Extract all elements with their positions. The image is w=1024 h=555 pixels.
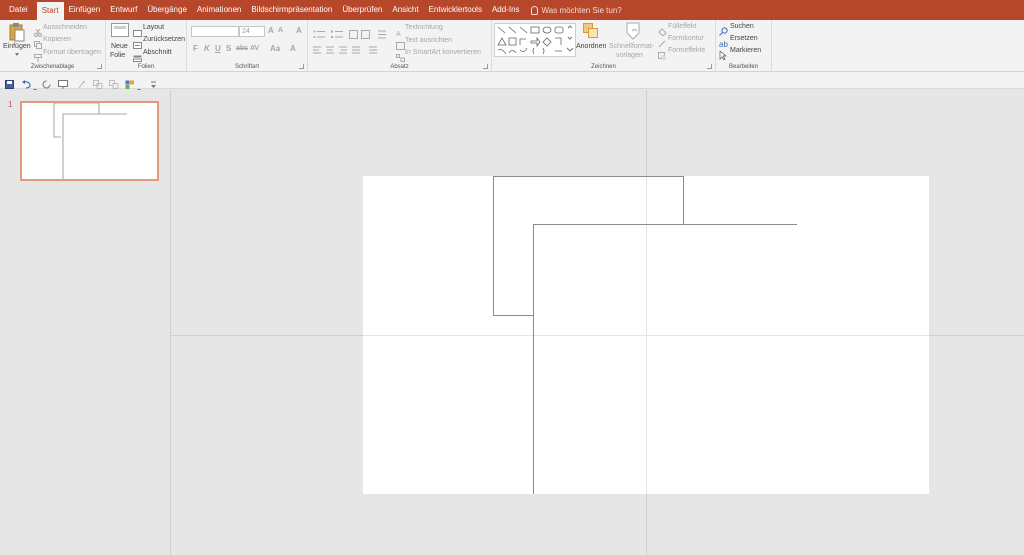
char-spacing-button[interactable]: AV bbox=[250, 45, 259, 52]
shape-effects-button[interactable]: Formeffekte bbox=[668, 47, 705, 54]
tab-start[interactable]: Start bbox=[36, 2, 64, 20]
group-label-font: Schriftart bbox=[234, 64, 259, 70]
increase-font-icon[interactable]: A bbox=[268, 26, 274, 35]
shadow-button[interactable]: S bbox=[226, 44, 231, 53]
shape-effects-icon bbox=[658, 47, 667, 65]
slide[interactable] bbox=[363, 176, 929, 494]
slide-editor-canvas[interactable] bbox=[171, 90, 1024, 555]
shape-line-1-bottom[interactable] bbox=[493, 315, 534, 316]
select-icon bbox=[719, 47, 728, 65]
shape-outline-button[interactable]: Formkontur bbox=[668, 35, 704, 42]
tab-ansicht[interactable]: Ansicht bbox=[387, 0, 423, 20]
group-clipboard: Einfügen Ausschneiden Kopieren Format üb… bbox=[0, 20, 106, 72]
alignment-icons[interactable] bbox=[313, 42, 391, 60]
change-case-button[interactable]: Aa bbox=[270, 44, 280, 53]
text-direction-button[interactable]: Textrichtung bbox=[405, 24, 443, 31]
quick-access-toolbar bbox=[0, 72, 1024, 92]
replace-button[interactable]: Ersetzen bbox=[730, 35, 758, 42]
paste-button[interactable]: Einfügen bbox=[3, 43, 31, 50]
quick-styles-icon bbox=[624, 22, 640, 45]
shapes-gallery[interactable] bbox=[494, 23, 576, 57]
group-slides: Neue Folie Layout Zurücksetzen Abschnitt… bbox=[106, 20, 187, 72]
group-font: 24 A A A F K U S abc AV Aa A Schriftart bbox=[187, 20, 308, 72]
shape-line-2-vertical[interactable] bbox=[533, 224, 534, 494]
slide-number: 1 bbox=[8, 100, 13, 109]
shape-line-1-left[interactable] bbox=[493, 176, 494, 316]
shape-line-1-right[interactable] bbox=[683, 176, 684, 225]
thumbnail-shapes bbox=[53, 102, 127, 179]
shape-line-2-horizontal[interactable] bbox=[533, 224, 797, 225]
group-editing: Suchen ab Ersetzen Markieren Bearbeiten bbox=[716, 20, 772, 72]
slide-thumbnail[interactable] bbox=[20, 101, 159, 181]
smartart-button[interactable]: In SmartArt konvertieren bbox=[405, 49, 481, 56]
slides-panel: 1 bbox=[0, 90, 171, 555]
decrease-font-icon[interactable]: A bbox=[278, 27, 283, 34]
paste-icon bbox=[9, 23, 25, 42]
underline-button[interactable]: U bbox=[215, 44, 221, 53]
tab-ueberpruefen[interactable]: Überprüfen bbox=[337, 0, 387, 20]
shape-line-1-top[interactable] bbox=[493, 176, 684, 177]
quick-styles-button-line1[interactable]: Schnellformat- bbox=[609, 43, 654, 50]
shapes-scroll-icon[interactable] bbox=[566, 24, 574, 61]
copy-button[interactable]: Kopieren bbox=[43, 36, 71, 43]
group-drawing: Anordnen Schnellformat- vorlagen Fülleff… bbox=[492, 20, 716, 72]
group-label-clipboard: Zwischenablage bbox=[30, 64, 75, 70]
align-text-button[interactable]: Text ausrichten bbox=[405, 37, 452, 44]
group-label-slides: Folien bbox=[137, 64, 155, 70]
format-painter-button[interactable]: Format übertragen bbox=[43, 49, 101, 56]
tell-me-text: Was möchten Sie tun? bbox=[541, 5, 622, 15]
paragraph-launcher-icon[interactable] bbox=[483, 64, 488, 69]
tab-entwurf[interactable]: Entwurf bbox=[105, 0, 142, 20]
layout-button[interactable]: Layout bbox=[143, 24, 164, 31]
slide-horizontal-guide bbox=[363, 335, 929, 336]
font-launcher-icon[interactable] bbox=[299, 64, 304, 69]
font-color-button[interactable]: A bbox=[290, 44, 296, 53]
new-slide-button-line1[interactable]: Neue bbox=[111, 43, 128, 50]
italic-button[interactable]: K bbox=[204, 44, 210, 53]
bold-button[interactable]: F bbox=[193, 44, 198, 53]
font-size-field[interactable]: 24 bbox=[239, 26, 265, 37]
group-label-editing: Bearbeiten bbox=[728, 64, 759, 70]
tab-add-ins[interactable]: Add-Ins bbox=[487, 0, 525, 20]
group-label-paragraph: Absatz bbox=[390, 64, 409, 70]
tell-me-box[interactable]: Was möchten Sie tun? bbox=[525, 0, 622, 20]
drawing-launcher-icon[interactable] bbox=[707, 64, 712, 69]
new-slide-button-line2[interactable]: Folie bbox=[110, 52, 125, 59]
section-button[interactable]: Abschnitt bbox=[143, 49, 172, 56]
font-name-field[interactable] bbox=[191, 26, 239, 37]
clear-format-icon[interactable]: A bbox=[296, 26, 302, 35]
group-paragraph: A Textrichtung Text ausrichten In SmartA… bbox=[308, 20, 492, 72]
shape-fill-button[interactable]: Fülleffekt bbox=[668, 23, 696, 30]
arrange-button[interactable]: Anordnen bbox=[576, 43, 606, 50]
tab-entwicklertools[interactable]: Entwicklertools bbox=[424, 0, 487, 20]
reset-button[interactable]: Zurücksetzen bbox=[143, 36, 185, 43]
tab-uebergaenge[interactable]: Übergänge bbox=[142, 0, 192, 20]
tab-einfuegen[interactable]: Einfügen bbox=[64, 0, 106, 20]
find-button[interactable]: Suchen bbox=[730, 23, 754, 30]
tab-bildschirmpraesentation[interactable]: Bildschirmpräsentation bbox=[246, 0, 337, 20]
lightbulb-icon bbox=[530, 5, 538, 15]
arrange-icon bbox=[583, 23, 599, 44]
tab-animationen[interactable]: Animationen bbox=[192, 0, 246, 20]
cut-button[interactable]: Ausschneiden bbox=[43, 24, 87, 31]
quick-styles-button-line2[interactable]: vorlagen bbox=[616, 52, 643, 59]
paste-dropdown-icon[interactable] bbox=[15, 53, 19, 56]
ribbon: Einfügen Ausschneiden Kopieren Format üb… bbox=[0, 20, 1024, 72]
strikethrough-button[interactable]: abc bbox=[236, 45, 248, 52]
clipboard-launcher-icon[interactable] bbox=[97, 64, 102, 69]
select-button[interactable]: Markieren bbox=[730, 47, 761, 54]
new-slide-icon bbox=[111, 23, 129, 39]
group-label-drawing: Zeichnen bbox=[591, 64, 616, 70]
ribbon-tab-bar: Datei Start Einfügen Entwurf Übergänge A… bbox=[0, 0, 1024, 20]
tab-datei[interactable]: Datei bbox=[0, 0, 37, 20]
